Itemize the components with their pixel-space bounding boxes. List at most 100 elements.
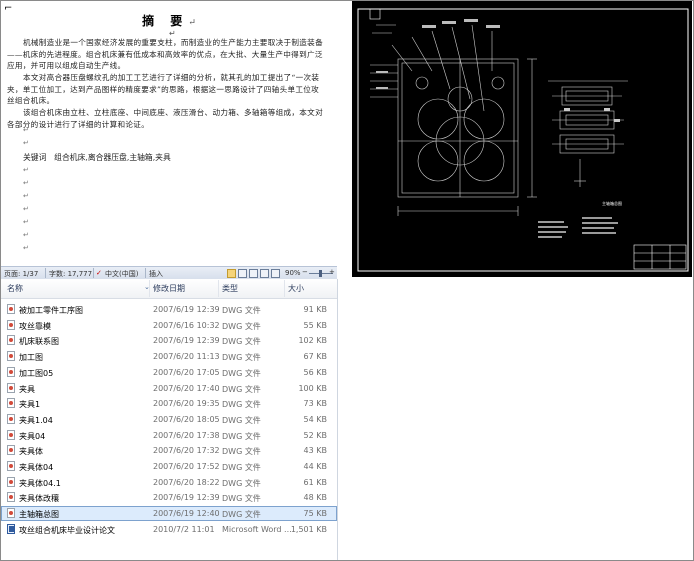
paragraph-mark-icon: ↵ (23, 139, 29, 147)
file-modified-date: 2007/6/20 17:32 (153, 446, 220, 456)
file-list: 名称 ⌄ 修改日期 类型 大小 被加工零件工序图 2007/6/19 12:39 D… (1, 279, 338, 560)
abstract-paragraph-2[interactable]: 本文对高合器压盘螺纹孔的加工工艺进行了详细的分析，就其孔的加工提出了“一次装夹，… (7, 72, 323, 107)
column-divider[interactable] (284, 280, 285, 297)
dwg-file-icon (7, 319, 15, 330)
file-size: 75 KB (303, 509, 327, 519)
column-header-bar: 名称 ⌄ 修改日期 类型 大小 (1, 279, 337, 299)
full-screen-reading-icon[interactable] (238, 269, 247, 278)
file-row[interactable]: 夹具体 2007/6/20 17:32 DWG 文件 43 KB (1, 443, 337, 458)
spindle-box-drawing: 主轴箱总图 (352, 1, 692, 277)
dwg-file-icon (7, 476, 15, 487)
file-row[interactable]: 加工图 2007/6/20 11:13 DWG 文件 67 KB (1, 349, 337, 364)
file-modified-date: 2007/6/19 12:39 (153, 493, 220, 503)
file-modified-date: 2007/6/20 17:40 (153, 383, 220, 393)
word-document-page[interactable]: ⌐ 摘 要↵ ↵ 机械制造业是一个国家经济发展的重要支柱，而制造业的生产能力主要… (1, 1, 337, 266)
file-modified-date: 2010/7/2 11:01 (153, 524, 215, 534)
dwg-file-icon (7, 382, 15, 393)
column-divider[interactable] (218, 280, 219, 297)
file-name: 被加工零件工序图 (19, 306, 83, 315)
file-name: 夹具体04 (19, 463, 54, 472)
file-name: 夹具体改穰 (19, 494, 59, 504)
file-row[interactable]: 夹具体04 2007/6/20 17:52 DWG 文件 44 KB (1, 459, 337, 474)
file-type: DWG 文件 (222, 494, 261, 504)
file-modified-date: 2007/6/20 17:52 (153, 462, 220, 471)
file-size: 91 KB (303, 305, 327, 314)
page-count[interactable]: 页面: 1/37 (4, 269, 38, 279)
file-size: 54 KB (303, 414, 327, 424)
file-name: 攻丝组合机床毕业设计论文 (19, 525, 115, 535)
word-count[interactable]: 字数: 17,777 (49, 269, 92, 279)
file-type: DWG 文件 (222, 415, 261, 425)
dwg-file-icon (7, 366, 15, 377)
file-row[interactable]: 夹具体04.1 2007/6/20 18:22 DWG 文件 61 KB (1, 475, 337, 490)
column-header-name[interactable]: 名称 (7, 283, 23, 294)
file-type: DWG 文件 (222, 510, 261, 520)
file-row[interactable]: 攻丝靠模 2007/6/16 10:32 DWG 文件 55 KB (1, 318, 337, 333)
file-type: DWG 文件 (222, 431, 261, 441)
keywords-line[interactable]: 关键词 组合机床,离合器压盘,主轴箱,夹具 (23, 152, 171, 163)
dwg-file-icon (7, 304, 15, 314)
file-modified-date: 2007/6/16 10:32 (153, 320, 220, 330)
file-type: DWG 文件 (222, 463, 261, 472)
cad-title-block-text: 主轴箱总图 (602, 200, 622, 206)
file-size: 52 KB (303, 430, 327, 440)
proofing-icon[interactable]: ✓ (96, 269, 102, 277)
file-row[interactable]: 夹具体改穰 2007/6/19 12:39 DWG 文件 48 KB (1, 490, 337, 505)
paragraph-mark-icon: ↵ (23, 126, 29, 134)
file-row[interactable]: 夹具 2007/6/20 17:40 DWG 文件 100 KB (1, 381, 337, 396)
dwg-file-icon (7, 413, 15, 424)
word-status-bar: 页面: 1/37 字数: 17,777 ✓ 中文(中国) 插入 90% − + (1, 266, 337, 280)
file-type: Microsoft Word ... (222, 524, 292, 534)
column-divider[interactable] (149, 280, 150, 297)
file-row[interactable]: 夹具1.04 2007/6/20 18:05 DWG 文件 54 KB (1, 412, 337, 427)
dwg-file-icon (7, 508, 15, 519)
status-divider (45, 268, 46, 278)
file-name: 加工图05 (19, 368, 54, 378)
column-header-size[interactable]: 大小 (288, 283, 304, 294)
zoom-out-icon[interactable]: − (302, 268, 308, 276)
zoom-level[interactable]: 90% (285, 269, 301, 277)
file-row[interactable]: 加工图05 2007/6/20 17:05 DWG 文件 56 KB (1, 365, 337, 380)
column-header-type[interactable]: 类型 (222, 283, 238, 294)
paragraph-mark-icon: ↵ (23, 179, 29, 187)
file-name: 主轴箱总图 (19, 510, 59, 520)
file-row[interactable]: 主轴箱总图 2007/6/19 12:40 DWG 文件 75 KB (1, 506, 337, 522)
language-indicator[interactable]: 中文(中国) (105, 269, 138, 279)
file-type: DWG 文件 (222, 447, 261, 457)
abstract-paragraph-1[interactable]: 机械制造业是一个国家经济发展的重要支柱，而制造业的生产能力主要取决于制造装备——… (7, 37, 323, 72)
status-divider (145, 268, 146, 278)
zoom-in-icon[interactable]: + (329, 268, 335, 276)
file-name: 加工图 (19, 353, 43, 363)
file-row[interactable]: 机床联系图 2007/6/19 12:39 DWG 文件 102 KB (1, 333, 337, 348)
paragraph-mark-icon: ↵ (23, 244, 29, 252)
file-size: 61 KB (303, 477, 327, 487)
outline-view-icon[interactable] (260, 269, 269, 278)
file-name: 夹具体 (19, 447, 43, 457)
file-row[interactable]: 夹具04 2007/6/20 17:38 DWG 文件 52 KB (1, 428, 337, 443)
draft-view-icon[interactable] (271, 269, 280, 278)
column-header-date[interactable]: 修改日期 (153, 283, 185, 294)
cad-drawing-preview[interactable]: 主轴箱总图 (352, 1, 692, 277)
zoom-slider-thumb[interactable] (319, 270, 322, 277)
file-type: DWG 文件 (222, 368, 261, 378)
file-row[interactable]: 夹具1 2007/6/20 19:35 DWG 文件 73 KB (1, 396, 337, 411)
file-modified-date: 2007/6/19 12:40 (153, 509, 220, 519)
paragraph-mark-icon: ↵ (23, 231, 29, 239)
file-size: 67 KB (303, 352, 327, 362)
insert-mode-indicator[interactable]: 插入 (149, 269, 163, 279)
web-layout-view-icon[interactable] (249, 269, 258, 278)
abstract-paragraph-3[interactable]: 该组合机床由立柱、立柱底座、中间底座、液压滑台、动力箱、多轴箱等组成，本文对各部… (7, 107, 323, 130)
file-type: DWG 文件 (222, 321, 261, 331)
file-name: 攻丝靠模 (19, 321, 51, 331)
file-type: DWG 文件 (222, 337, 261, 347)
file-size: 100 KB (298, 383, 327, 393)
paragraph-mark-icon: ↵ (23, 192, 29, 200)
file-modified-date: 2007/6/19 12:39 (153, 336, 220, 346)
file-name: 夹具1.04 (19, 415, 53, 425)
file-row[interactable]: 攻丝组合机床毕业设计论文 2010/7/2 11:01 Microsoft Word… (1, 522, 337, 537)
paragraph-mark-icon: ↵ (23, 166, 29, 174)
file-row[interactable]: 被加工零件工序图 2007/6/19 12:39 DWG 文件 91 KB (1, 302, 337, 317)
file-modified-date: 2007/6/19 12:39 (153, 305, 220, 314)
file-modified-date: 2007/6/20 11:13 (153, 352, 220, 362)
print-layout-view-icon[interactable] (227, 269, 236, 278)
